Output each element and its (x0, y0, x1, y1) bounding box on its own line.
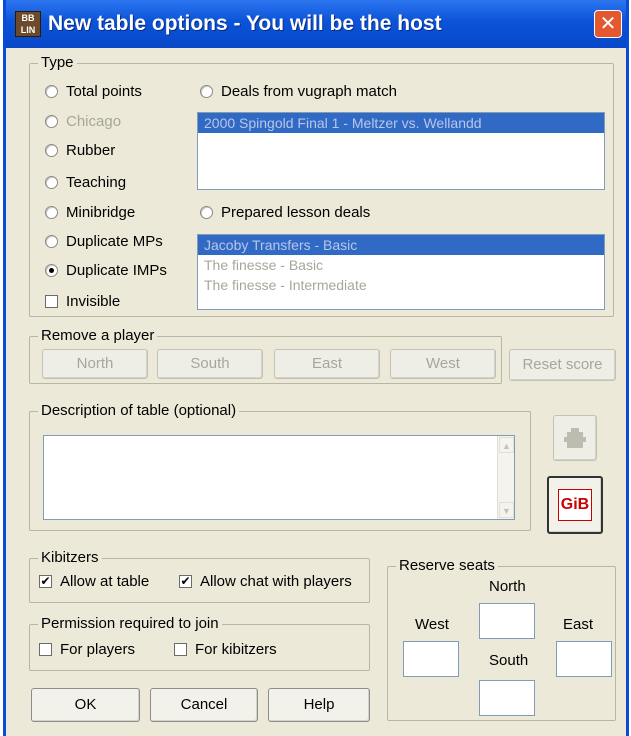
radio-label: Duplicate MPs (66, 233, 163, 250)
list-item[interactable]: The finesse - Intermediate (198, 275, 604, 295)
remove-player-group: Remove a player North South East West (29, 327, 502, 384)
reserve-seats-group: Reserve seats North West East South (387, 557, 616, 721)
reserve-north-input[interactable] (479, 603, 535, 639)
reserve-north-label: North (489, 578, 526, 595)
allow-at-table-row[interactable]: ✔ Allow at table (39, 573, 149, 590)
checkbox-label: Allow at table (60, 573, 150, 590)
robot-icon (564, 428, 586, 448)
checkbox-checked[interactable]: ✔ (179, 575, 192, 588)
reserve-seats-legend: Reserve seats (396, 557, 498, 574)
checkbox[interactable] (45, 295, 58, 308)
radio-label: Minibridge (66, 204, 136, 221)
radio-label: Rubber (66, 142, 116, 159)
radio-teaching[interactable]: Teaching (45, 174, 126, 191)
kibitzers-legend: Kibitzers (38, 549, 102, 566)
reserve-east-label: East (563, 616, 594, 633)
reserve-south-input[interactable] (479, 680, 535, 716)
radio-label: Duplicate IMPs (66, 262, 167, 279)
permission-legend: Permission required to join (38, 615, 222, 632)
radio-button[interactable] (45, 85, 58, 98)
for-kibitzers-row[interactable]: For kibitzers (174, 641, 277, 658)
radio-button[interactable] (45, 235, 58, 248)
checkbox-label: Invisible (66, 293, 121, 310)
radio-button[interactable] (45, 206, 58, 219)
ok-button[interactable]: OK (31, 688, 140, 722)
description-textarea[interactable]: ▲ ▼ (43, 435, 515, 520)
radio-label: Deals from vugraph match (221, 83, 397, 100)
list-item[interactable]: Jacoby Transfers - Basic (198, 235, 604, 255)
radio-chicago: Chicago (45, 113, 121, 130)
reset-score-button: Reset score (509, 349, 616, 381)
checkbox-label: Allow chat with players (200, 573, 352, 590)
help-button[interactable]: Help (268, 688, 370, 722)
radio-lesson[interactable]: Prepared lesson deals (200, 204, 370, 221)
dialog-window: BB LIN New table options - You will be th… (3, 0, 629, 736)
remove-west-button: West (390, 349, 496, 379)
checkbox-label: For kibitzers (195, 641, 277, 658)
radio-label: Chicago (66, 113, 122, 130)
description-scrollbar[interactable]: ▲ ▼ (497, 436, 514, 519)
radio-rubber[interactable]: Rubber (45, 142, 115, 159)
remove-player-legend: Remove a player (38, 327, 158, 344)
radio-minibridge[interactable]: Minibridge (45, 204, 135, 221)
invisible-checkbox-row[interactable]: Invisible (45, 293, 120, 310)
checkbox-label: For players (60, 641, 136, 658)
reserve-east-input[interactable] (556, 641, 612, 677)
remove-east-button: East (274, 349, 380, 379)
radio-button[interactable] (45, 176, 58, 189)
radio-button[interactable] (200, 85, 213, 98)
radio-vugraph[interactable]: Deals from vugraph match (200, 83, 397, 100)
vugraph-list[interactable]: 2000 Spingold Final 1 - Meltzer vs. Well… (197, 112, 605, 190)
kibitzers-group: Kibitzers ✔ Allow at table ✔ Allow chat … (29, 549, 370, 603)
reserve-south-label: South (489, 652, 529, 669)
checkbox-checked[interactable]: ✔ (39, 575, 52, 588)
close-button[interactable]: ✕ (594, 10, 622, 38)
checkbox[interactable] (174, 643, 187, 656)
remove-south-button: South (157, 349, 263, 379)
reserve-west-label: West (415, 616, 449, 633)
description-group: Description of table (optional) ▲ ▼ (29, 402, 531, 531)
radio-button[interactable] (45, 144, 58, 157)
radio-total-points[interactable]: Total points (45, 83, 142, 100)
checkbox[interactable] (39, 643, 52, 656)
gib-icon: GiB (558, 489, 592, 521)
type-group: Type Total points Chicago Rubber Teachin… (29, 54, 614, 317)
list-item[interactable]: The finesse - Basic (198, 255, 604, 275)
permission-group: Permission required to join For players … (29, 615, 370, 671)
scroll-down-icon[interactable]: ▼ (499, 502, 514, 518)
bbo-app-icon: BB LIN (15, 11, 41, 37)
radio-button-selected[interactable] (45, 264, 58, 277)
scroll-up-icon[interactable]: ▲ (499, 437, 514, 453)
cancel-button[interactable]: Cancel (150, 688, 258, 722)
robot-button (553, 415, 597, 461)
gib-label: GiB (560, 496, 590, 513)
allow-chat-row[interactable]: ✔ Allow chat with players (179, 573, 352, 590)
remove-north-button: North (42, 349, 148, 379)
gib-button[interactable]: GiB (547, 476, 603, 534)
lesson-list[interactable]: Jacoby Transfers - Basic The finesse - B… (197, 234, 605, 310)
radio-button[interactable] (200, 206, 213, 219)
window-title: New table options - You will be the host (48, 12, 442, 35)
radio-duplicate-mps[interactable]: Duplicate MPs (45, 233, 163, 250)
type-legend: Type (38, 54, 77, 71)
radio-label: Teaching (66, 174, 127, 191)
radio-button (45, 115, 58, 128)
list-item[interactable]: 2000 Spingold Final 1 - Meltzer vs. Well… (198, 113, 604, 133)
for-players-row[interactable]: For players (39, 641, 135, 658)
title-bar[interactable]: BB LIN New table options - You will be th… (6, 0, 626, 48)
radio-label: Prepared lesson deals (221, 204, 371, 221)
radio-duplicate-imps[interactable]: Duplicate IMPs (45, 262, 167, 279)
reserve-west-input[interactable] (403, 641, 459, 677)
description-legend: Description of table (optional) (38, 402, 240, 419)
radio-label: Total points (66, 83, 142, 100)
